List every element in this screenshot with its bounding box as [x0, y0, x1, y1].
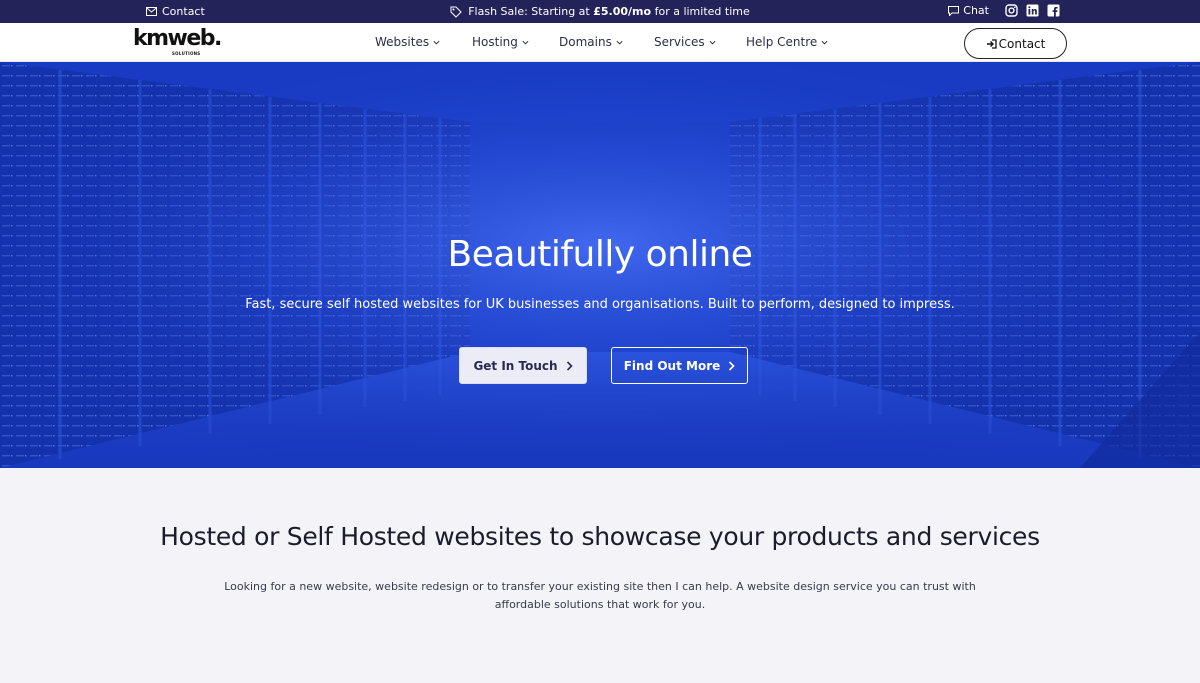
chat-link[interactable]: Chat	[948, 4, 989, 17]
nav-item-label: Domains	[559, 35, 612, 49]
flash-suffix: for a limited time	[651, 5, 750, 18]
chevron-down-icon	[709, 40, 716, 45]
chevron-down-icon	[821, 40, 828, 45]
contact-button[interactable]: Contact	[964, 28, 1067, 59]
chevron-right-icon	[566, 360, 573, 371]
flash-price: £5.00/mo	[593, 5, 652, 18]
nav-item-domains[interactable]: Domains	[559, 35, 654, 49]
nav-item-label: Services	[654, 35, 705, 49]
nav-item-label: Help Centre	[746, 35, 818, 49]
tag-icon	[450, 6, 462, 18]
chevron-down-icon	[522, 40, 529, 45]
nav-item-label: Hosting	[472, 35, 518, 49]
nav-item-services[interactable]: Services	[654, 35, 746, 49]
get-in-touch-button[interactable]: Get In Touch	[459, 347, 587, 384]
find-out-more-label: Find Out More	[623, 358, 721, 373]
top-right-links: Chat	[948, 4, 1060, 17]
intro-body: Looking for a new website, website redes…	[224, 580, 976, 611]
instagram-icon[interactable]	[1005, 4, 1018, 17]
facebook-icon[interactable]	[1047, 4, 1060, 17]
chevron-down-icon	[616, 40, 623, 45]
hero-subtitle: Fast, secure self hosted websites for UK…	[245, 297, 955, 312]
get-in-touch-label: Get In Touch	[473, 358, 558, 373]
hero-banner: Beautifully online Fast, secure self hos…	[0, 62, 1200, 468]
hero-title: Beautifully online	[447, 234, 753, 275]
find-out-more-button[interactable]: Find Out More	[611, 347, 748, 384]
top-bar: Contact Flash Sale: Starting at £5.00/mo…	[0, 0, 1200, 23]
chat-icon	[948, 5, 960, 16]
logo-subtext: SOLUTIONS	[172, 51, 201, 56]
contact-button-label: Contact	[998, 36, 1046, 51]
main-nav: kmweb. SOLUTIONS Websites Hosting Domain…	[0, 23, 1200, 62]
intro-heading: Hosted or Self Hosted websites to showca…	[160, 522, 1040, 551]
chevron-right-icon	[729, 360, 735, 371]
nav-item-hosting[interactable]: Hosting	[472, 35, 559, 49]
sign-in-icon	[986, 38, 997, 49]
nav-item-websites[interactable]: Websites	[375, 35, 472, 49]
chat-label: Chat	[963, 4, 989, 17]
flash-prefix: Flash Sale: Starting at	[468, 5, 594, 18]
linkedin-icon[interactable]	[1026, 4, 1039, 17]
logo[interactable]: kmweb.	[133, 28, 222, 50]
flash-sale-text: Flash Sale: Starting at £5.00/mo for a l…	[468, 5, 750, 18]
nav-menu: Websites Hosting Domains Services Help C…	[375, 35, 828, 49]
chevron-down-icon	[433, 40, 440, 45]
nav-item-label: Websites	[375, 35, 430, 49]
nav-item-help-centre[interactable]: Help Centre	[746, 35, 828, 49]
